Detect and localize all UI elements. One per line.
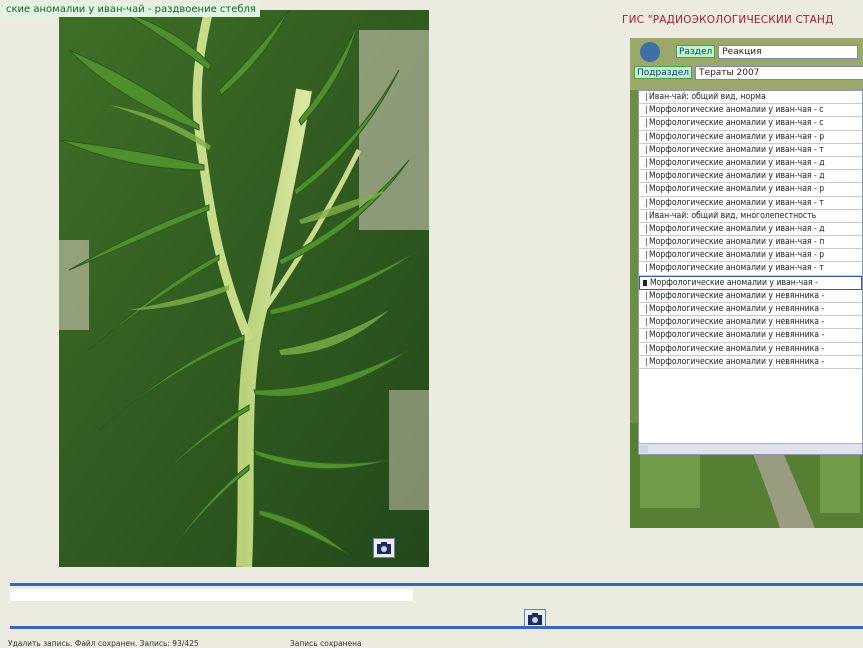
section-row: Раздел Реакция: [676, 44, 859, 59]
list-item[interactable]: Морфологические аномалии у иван-чая - с: [639, 117, 862, 131]
subsection-label: Подраздел: [634, 66, 693, 79]
list-item[interactable]: Морфологические аномалии у невянника -: [639, 329, 862, 343]
list-item[interactable]: Морфологические аномалии у иван-чая - т: [639, 197, 862, 210]
list-item[interactable]: Морфологические аномалии у иван-чая - р: [639, 183, 862, 197]
section-select[interactable]: Реакция: [718, 44, 859, 59]
list-item[interactable]: Иван-чай: общий вид, норма: [639, 91, 862, 105]
bottom-divider: [10, 626, 863, 629]
list-item[interactable]: Морфологические аномалии у иван-чая -: [639, 275, 862, 290]
list-item[interactable]: Морфологические аномалии у иван-чая - д: [639, 223, 862, 237]
list-item[interactable]: Морфологические аномалии у невянника -: [639, 356, 862, 369]
list-item[interactable]: Морфологические аномалии у иван-чая - д: [639, 157, 862, 171]
status-left: Удалить запись. Файл сохранен. Запись: 9…: [8, 639, 199, 648]
list-item[interactable]: Морфологические аномалии у иван-чая - р: [639, 131, 862, 144]
plant-photo: [59, 10, 429, 567]
photo-view-button[interactable]: [373, 538, 395, 558]
list-item[interactable]: Морфологические аномалии у иван-чая - т: [639, 144, 862, 157]
scroll-left-arrow-icon[interactable]: [640, 445, 648, 453]
list-item[interactable]: Иван-чай: общий вид, многолепестность: [639, 210, 862, 223]
list-item[interactable]: Морфологические аномалии у невянника -: [639, 290, 862, 303]
camera-icon: [377, 542, 391, 554]
records-listbox[interactable]: Иван-чай: общий вид, норма Морфологически…: [638, 90, 863, 455]
top-divider: [10, 583, 863, 586]
gis-title: ГИС "РАДИОЭКОЛОГИЧЕСКИЙ СТАНД: [622, 14, 834, 26]
subsection-select[interactable]: Тераты 2007: [695, 65, 863, 80]
progress-field: [10, 589, 413, 601]
list-item[interactable]: Морфологические аномалии у иван-чая - с: [639, 104, 862, 118]
list-item[interactable]: Морфологические аномалии у иван-чая - т: [639, 262, 862, 276]
plant-photo-image: [59, 10, 429, 567]
photo-caption: ские аномалии у иван-чай - раздвоение ст…: [0, 3, 260, 17]
list-item[interactable]: Морфологические аномалии у иван-чая - д: [639, 170, 862, 184]
camera-icon: [528, 613, 542, 625]
records-list: Иван-чай: общий вид, норма Морфологически…: [639, 91, 862, 369]
subsection-row: Подраздел Тераты 2007: [634, 65, 863, 80]
list-item[interactable]: Морфологические аномалии у иван-чая - р: [639, 249, 862, 263]
list-item[interactable]: Морфологические аномалии у невянника -: [639, 303, 862, 317]
section-label: Раздел: [676, 45, 716, 58]
horizontal-scrollbar[interactable]: [639, 443, 862, 454]
list-item[interactable]: Морфологические аномалии у невянника -: [639, 343, 862, 356]
status-right: Запись сохранена: [290, 639, 362, 648]
list-item[interactable]: Морфологические аномалии у иван-чая - п: [639, 236, 862, 250]
list-item[interactable]: Морфологические аномалии у невянника -: [639, 316, 862, 330]
gis-panel: Раздел Реакция Подраздел Тераты 2007 Ива…: [630, 38, 863, 528]
